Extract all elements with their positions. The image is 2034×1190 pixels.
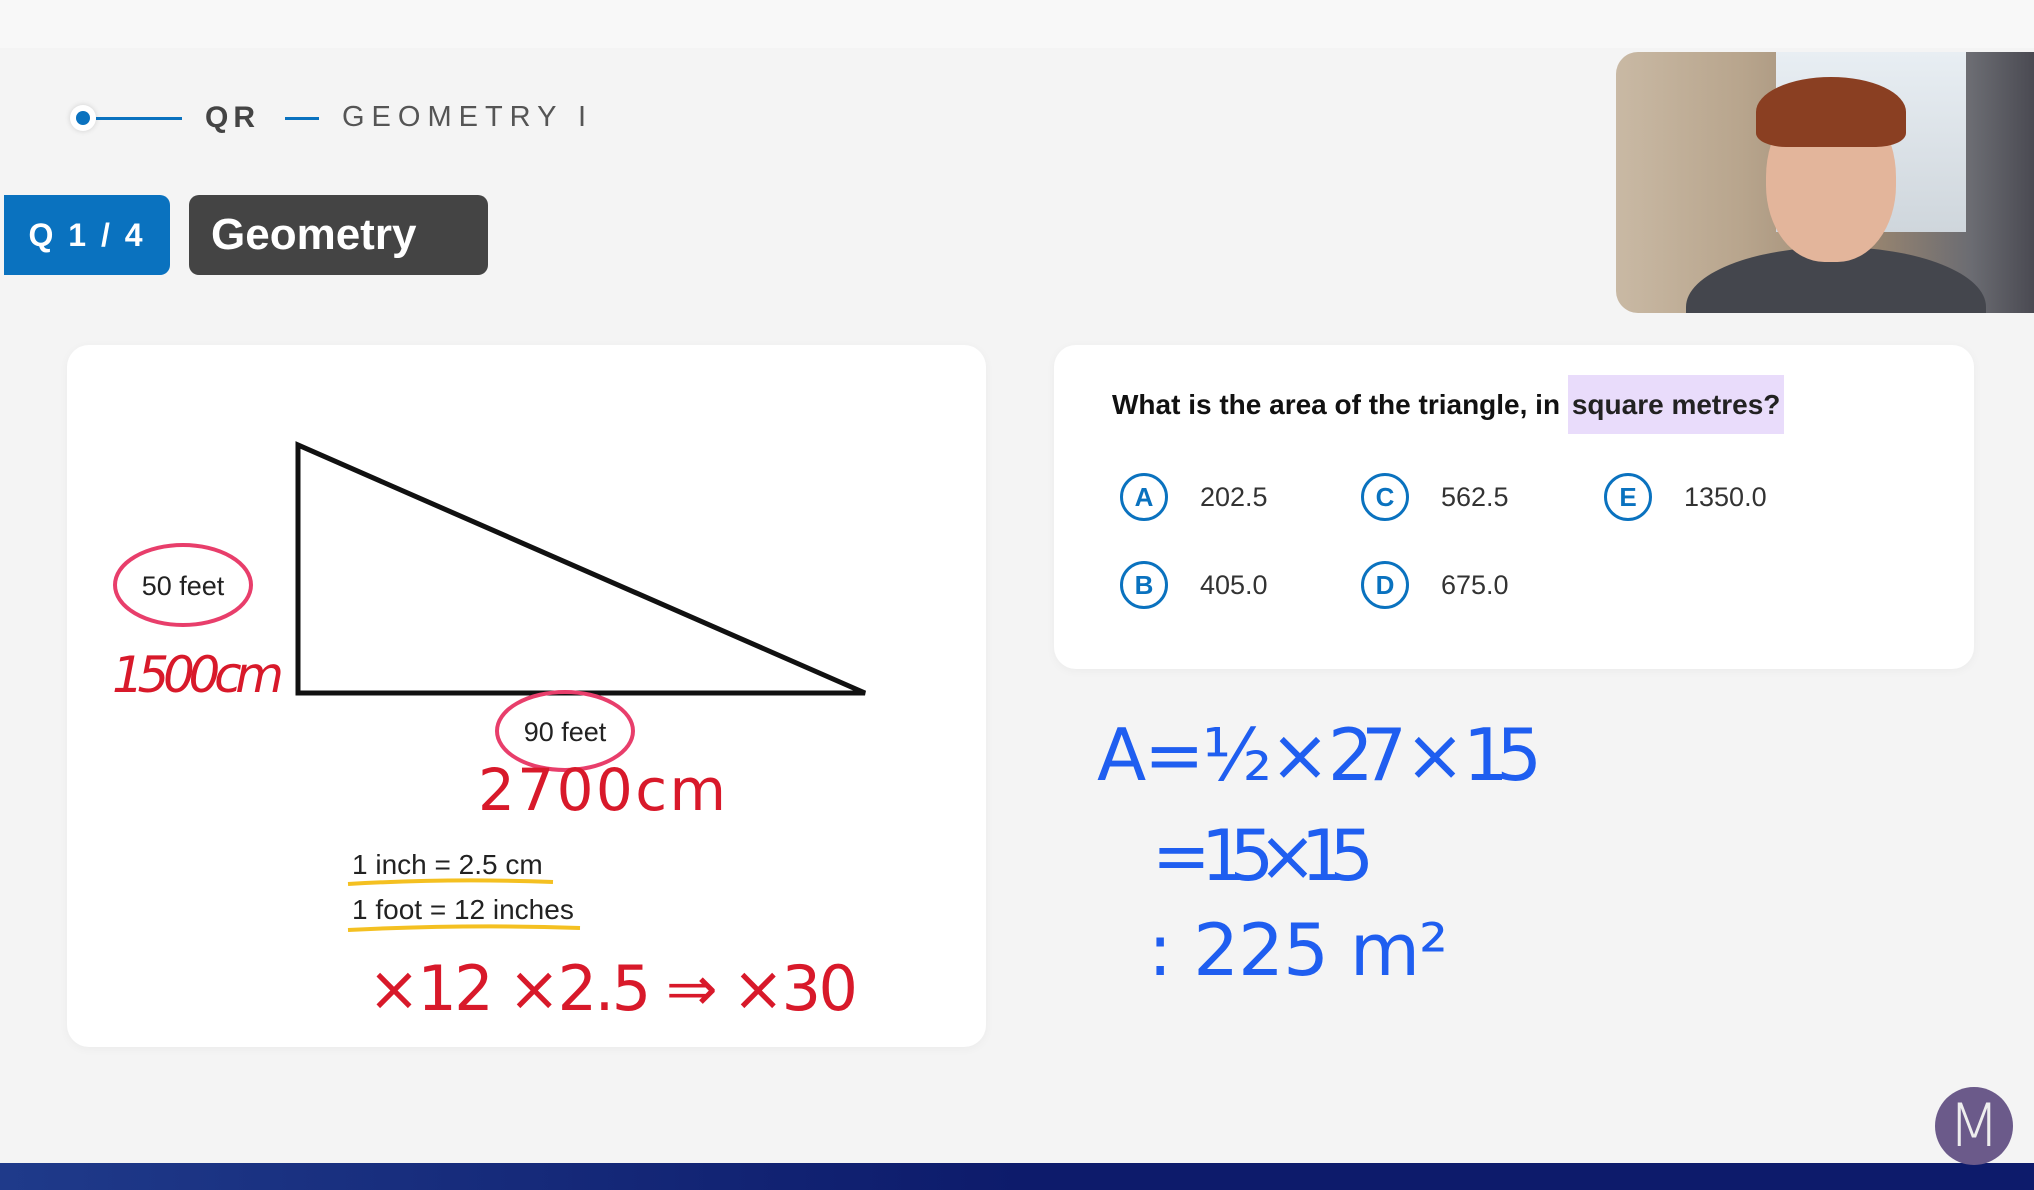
- conversion-inch: 1 inch = 2.5 cm: [352, 849, 543, 880]
- triangle: [295, 441, 867, 696]
- handwritten-bottom-cm: 2700cm: [478, 756, 726, 824]
- underline-inch: [347, 878, 554, 886]
- side-label-bottom: 90 feet: [524, 717, 607, 747]
- brand-logo: M: [1935, 1087, 2013, 1165]
- handwritten-area-line2: = 15×15: [1152, 815, 1374, 897]
- handwritten-left-cm: 1500cm: [112, 646, 284, 704]
- handwritten-area-line1: A = ½ × 27 × 15: [1097, 713, 1542, 797]
- handwritten-factor: ×12 ×2.5 ⇒ ×30: [368, 952, 858, 1025]
- underline-foot: [347, 924, 581, 932]
- bottom-bar: [0, 1163, 2034, 1190]
- conversion-foot: 1 foot = 12 inches: [352, 894, 574, 925]
- side-label-left: 50 feet: [142, 571, 225, 601]
- drawing-layer: 50 feet 90 feet 1500cm 2700cm 1 inch = 2…: [112, 441, 1542, 1025]
- handwritten-area-line3: : 225 m²: [1148, 908, 1448, 992]
